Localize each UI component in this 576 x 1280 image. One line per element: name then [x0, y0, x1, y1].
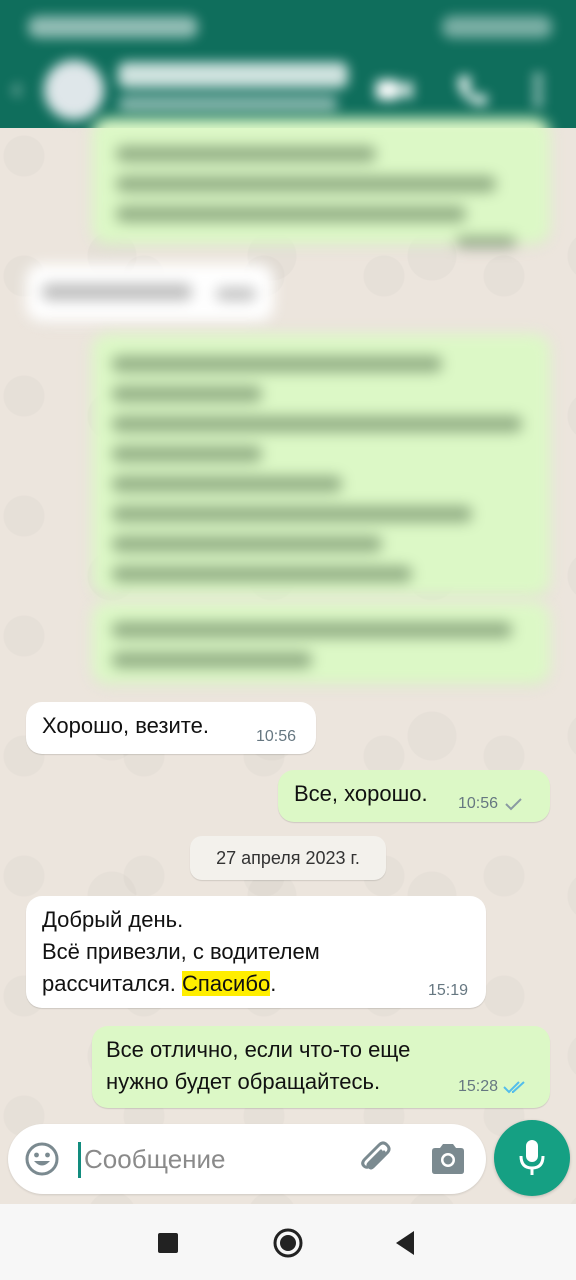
- message-text: Все отлично, если что-то еще нужно будет…: [106, 1034, 410, 1098]
- message-bubble-outgoing-blurred: [92, 334, 550, 596]
- message-text: Хорошо, везите.: [42, 713, 209, 738]
- back-icon[interactable]: ‹: [12, 74, 32, 104]
- message-meta: 10:56: [458, 795, 524, 813]
- mic-icon: [519, 1140, 545, 1175]
- double-check-icon: [503, 1081, 525, 1094]
- message-bubble-incoming[interactable]: Хорошо, везите. 10:56: [26, 702, 316, 754]
- video-call-icon[interactable]: [374, 72, 414, 108]
- message-bubble-incoming[interactable]: Добрый день. Всё привезли, с водителем р…: [26, 896, 486, 1008]
- attach-icon[interactable]: [358, 1140, 394, 1178]
- message-line: Всё привезли, с водителем: [42, 939, 320, 964]
- highlighted-word: Спасибо: [182, 971, 271, 996]
- single-check-icon: [505, 798, 522, 811]
- message-text-part: рассчитался.: [42, 971, 183, 996]
- date-separator: 27 апреля 2023 г.: [190, 836, 386, 880]
- chat-header[interactable]: ‹: [0, 52, 576, 128]
- text-caret: [78, 1142, 81, 1178]
- contact-name[interactable]: [118, 62, 348, 88]
- emoji-icon[interactable]: [24, 1141, 60, 1177]
- home-icon[interactable]: [272, 1227, 304, 1259]
- contact-status: [118, 96, 338, 112]
- message-line: Добрый день.: [42, 907, 184, 932]
- message-time: 15:19: [428, 982, 469, 999]
- avatar[interactable]: [44, 60, 104, 120]
- message-text: Все, хорошо.: [294, 781, 428, 806]
- message-text: Добрый день. Всё привезли, с водителем р…: [42, 904, 320, 1000]
- message-bubble-incoming-blurred: [26, 264, 274, 322]
- message-line: Все отлично, если что-то еще: [106, 1037, 411, 1062]
- message-line: нужно будет обращайтесь.: [106, 1069, 381, 1094]
- message-composer: Сообщение: [8, 1124, 486, 1194]
- message-bubble-outgoing[interactable]: Все отлично, если что-то еще нужно будет…: [92, 1026, 550, 1108]
- camera-icon[interactable]: [428, 1140, 468, 1178]
- voice-call-icon[interactable]: [452, 72, 492, 108]
- message-input[interactable]: Сообщение: [84, 1142, 226, 1176]
- message-bubble-outgoing-blurred: [92, 118, 550, 248]
- status-bar: [0, 0, 576, 52]
- mic-button[interactable]: [494, 1120, 570, 1196]
- message-time: 10:56: [458, 795, 499, 812]
- message-line: рассчитался. Спасибо.: [42, 968, 320, 1000]
- status-bar-left: [28, 16, 198, 38]
- chat-area[interactable]: Хорошо, везите. 10:56 Все, хорошо. 10:56…: [0, 118, 576, 1118]
- more-icon[interactable]: [518, 72, 558, 108]
- message-bubble-outgoing-blurred: [92, 602, 550, 684]
- status-bar-right: [442, 16, 552, 38]
- message-time: 15:28: [458, 1078, 499, 1095]
- message-text-part: .: [270, 971, 277, 996]
- recents-icon[interactable]: [158, 1233, 178, 1253]
- message-bubble-outgoing[interactable]: Все, хорошо. 10:56: [278, 770, 550, 822]
- app-header: ‹: [0, 0, 576, 128]
- back-icon[interactable]: [394, 1229, 416, 1257]
- message-meta: 15:28: [458, 1078, 530, 1096]
- system-nav-bar: [0, 1204, 576, 1280]
- message-time: 10:56: [256, 728, 297, 745]
